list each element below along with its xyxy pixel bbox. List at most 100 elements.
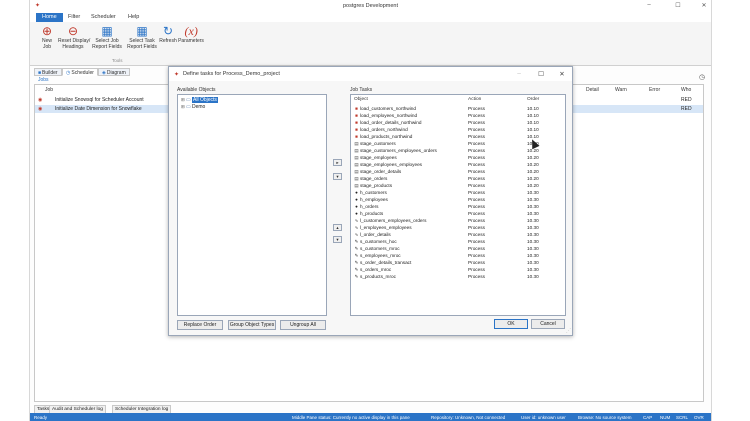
task-row[interactable]: ■ load_employees_northwind Process 10.10	[351, 112, 565, 119]
task-object: s_customers_mroc	[360, 246, 400, 251]
menu-filter[interactable]: Filter	[62, 13, 86, 22]
action-column-header[interactable]: Action	[468, 97, 481, 102]
task-action[interactable]: Process	[468, 120, 485, 125]
task-action[interactable]: Process	[468, 183, 485, 188]
task-row[interactable]: ∿ l_employees_employees Process 10.30	[351, 224, 565, 231]
select-task-report-label: Select Task Report Fields	[127, 38, 157, 50]
new-job-button[interactable]: ⊕ New Job	[36, 25, 58, 50]
task-row[interactable]: ● h_employees Process 10.30	[351, 196, 565, 203]
select-job-report-fields-button[interactable]: ▦ Select Job Report Fields	[92, 25, 122, 50]
dialog-close-button[interactable]: ✕	[557, 70, 567, 78]
task-action[interactable]: Process	[468, 197, 485, 202]
cancel-button[interactable]: Cancel	[531, 319, 565, 329]
task-row[interactable]: ■ load_customers_northwind Process 10.10	[351, 105, 565, 112]
task-action[interactable]: Process	[468, 225, 485, 230]
error-column-header[interactable]: Error	[649, 87, 660, 93]
task-action[interactable]: Process	[468, 204, 485, 209]
tab-scheduler[interactable]: ◷Scheduler	[62, 68, 98, 76]
task-action[interactable]: Process	[468, 155, 485, 160]
task-row[interactable]: ▤ stage_orders Process 10.20	[351, 175, 565, 182]
move-down-button[interactable]: ▾	[333, 236, 342, 243]
task-action[interactable]: Process	[468, 253, 485, 258]
window-title: postgres Development	[342, 3, 399, 9]
task-action[interactable]: Process	[468, 218, 485, 223]
task-order: 10.20	[527, 162, 539, 167]
task-row[interactable]: ▤ stage_employees_employees Process 10.20	[351, 161, 565, 168]
task-row[interactable]: ✎ s_orders_mroc Process 10.30	[351, 266, 565, 273]
task-order: 10.10	[527, 113, 539, 118]
who-column-header[interactable]: Who	[681, 87, 691, 93]
replace-order-button[interactable]: Replace Order	[177, 320, 223, 330]
task-action[interactable]: Process	[468, 134, 485, 139]
task-row[interactable]: ▤ stage_products Process 10.20	[351, 182, 565, 189]
job-column-header[interactable]: Job	[45, 87, 53, 93]
available-objects-tree[interactable]: ⊞▭ All Objects ⊞▭Demo	[177, 94, 327, 316]
reset-display-button[interactable]: ⊖ Reset Display/ Headings	[58, 25, 90, 50]
task-row[interactable]: ✎ s_employees_mroc Process 10.30	[351, 252, 565, 259]
task-object: s_customers_hoc	[360, 239, 397, 244]
task-row[interactable]: ✎ s_products_mroc Process 10.30	[351, 273, 565, 280]
tab-builder[interactable]: ■Builder	[34, 68, 62, 76]
task-row[interactable]: ● h_products Process 10.30	[351, 210, 565, 217]
menu-home[interactable]: Home	[36, 13, 63, 22]
parameters-button[interactable]: (x) Parameters	[178, 25, 204, 45]
task-row[interactable]: ✎ s_customers_hoc Process 10.30	[351, 238, 565, 245]
tree-item-all-objects[interactable]: ⊞▭ All Objects	[181, 97, 218, 103]
ok-button[interactable]: OK	[494, 319, 528, 329]
refresh-button[interactable]: ↻ Refresh	[157, 25, 179, 45]
menu-help[interactable]: Help	[122, 13, 145, 22]
move-up-button[interactable]: ▴	[333, 224, 342, 231]
tree-item-demo[interactable]: ⊞▭Demo	[181, 104, 205, 110]
dialog-minimize-button[interactable]: –	[514, 70, 524, 77]
task-action[interactable]: Process	[468, 274, 485, 279]
task-row[interactable]: ● h_customers Process 10.30	[351, 189, 565, 196]
task-action[interactable]: Process	[468, 190, 485, 195]
task-order: 10.30	[527, 274, 539, 279]
task-row[interactable]: ■ load_order_details_northwind Process 10.1…	[351, 119, 565, 126]
job-tasks-list[interactable]: Object Action Order ■ load_customers_nort…	[350, 94, 566, 316]
task-action[interactable]: Process	[468, 127, 485, 132]
task-row[interactable]: ▤ stage_employees Process 10.20	[351, 154, 565, 161]
task-row[interactable]: ▤ stage_order_details Process 10.20	[351, 168, 565, 175]
task-action[interactable]: Process	[468, 267, 485, 272]
warn-column-header[interactable]: Warn	[615, 87, 627, 93]
minimize-button[interactable]: –	[644, 2, 654, 8]
task-action[interactable]: Process	[468, 246, 485, 251]
task-row[interactable]: ∿ l_order_details Process 10.30	[351, 231, 565, 238]
menu-scheduler[interactable]: Scheduler	[85, 13, 122, 22]
task-action[interactable]: Process	[468, 232, 485, 237]
close-button[interactable]: ✕	[699, 2, 709, 9]
task-action[interactable]: Process	[468, 106, 485, 111]
dialog-maximize-button[interactable]: ☐	[536, 70, 546, 78]
status-browse: Browse: No source system	[578, 414, 632, 420]
add-task-button[interactable]: ▸	[333, 159, 342, 166]
detail-column-header[interactable]: Detail	[586, 87, 599, 93]
task-action[interactable]: Process	[468, 113, 485, 118]
sat-object-icon: ✎	[354, 274, 359, 279]
object-column-header[interactable]: Object	[354, 97, 368, 102]
task-action[interactable]: Process	[468, 211, 485, 216]
maximize-button[interactable]: ☐	[673, 2, 683, 9]
status-cap: CAP	[643, 414, 653, 420]
task-row[interactable]: ● h_orders Process 10.30	[351, 203, 565, 210]
task-action[interactable]: Process	[468, 239, 485, 244]
clock-icon[interactable]: ◷	[699, 73, 705, 81]
task-action[interactable]: Process	[468, 162, 485, 167]
remove-task-button[interactable]: ▾	[333, 173, 342, 180]
task-action[interactable]: Process	[468, 141, 485, 146]
tab-diagram[interactable]: ◈Diagram	[98, 68, 130, 76]
task-action[interactable]: Process	[468, 260, 485, 265]
task-action[interactable]: Process	[468, 169, 485, 174]
order-column-header[interactable]: Order	[527, 97, 539, 102]
select-task-report-fields-button[interactable]: ▦ Select Task Report Fields	[126, 25, 158, 50]
task-row[interactable]: ✎ s_customers_mroc Process 10.30	[351, 245, 565, 252]
task-action[interactable]: Process	[468, 148, 485, 153]
resize-grip-icon[interactable]: ⋰	[566, 328, 571, 334]
task-action[interactable]: Process	[468, 176, 485, 181]
task-row[interactable]: ■ load_orders_northwind Process 10.10	[351, 126, 565, 133]
group-object-types-button[interactable]: Group Object Types	[228, 320, 276, 330]
task-row[interactable]: ✎ s_order_details_transact Process 10.30	[351, 259, 565, 266]
status-ovr: OVR	[694, 414, 704, 420]
ungroup-all-button[interactable]: Ungroup All	[280, 320, 326, 330]
task-row[interactable]: ∿ l_customers_employees_orders Process 10.3…	[351, 217, 565, 224]
